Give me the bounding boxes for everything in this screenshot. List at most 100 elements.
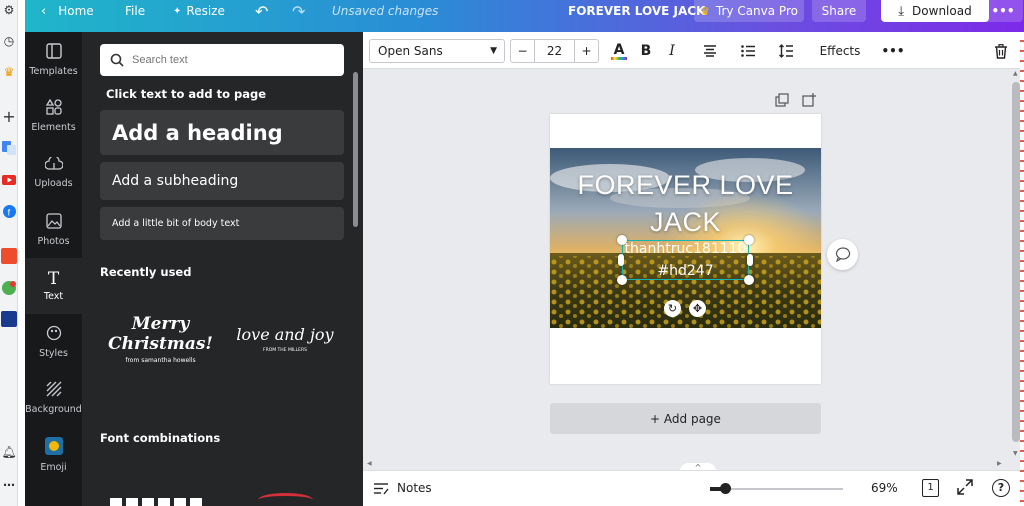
download-button[interactable]: ⤓ Download [881, 0, 989, 22]
preview-strip [258, 493, 313, 506]
duplicate-page-icon[interactable] [775, 92, 789, 107]
share-button[interactable]: Share [812, 0, 866, 22]
chat-extension-icon[interactable] [1, 280, 17, 296]
sample-subtext: from samantha howells [125, 357, 196, 364]
youtube-icon[interactable] [1, 172, 17, 188]
styles-icon [46, 325, 62, 345]
more-icon[interactable]: ⋯ [1, 477, 17, 493]
resize-handle[interactable] [744, 235, 754, 245]
crown-icon[interactable]: ♛ [1, 64, 17, 80]
rail-item-elements[interactable]: Elements [25, 88, 82, 144]
font-size-stepper[interactable]: − 22 + [510, 39, 599, 63]
scrollbar-thumb[interactable] [1012, 82, 1020, 442]
scroll-arrow-up[interactable]: ▲ [1013, 70, 1018, 77]
scroll-arrow-right[interactable]: ▶ [997, 460, 1002, 467]
trash-icon[interactable] [991, 39, 1011, 63]
text-color-button[interactable]: A [609, 39, 629, 63]
selected-caption-text[interactable]: thanhtruc181110 #hd247 [622, 240, 749, 280]
add-subheading-button[interactable]: Add a subheading [100, 162, 344, 200]
bottom-status-bar: Notes 69% 1 ? [363, 470, 1024, 506]
search-input[interactable] [132, 54, 332, 66]
tiki-icon[interactable] [1, 311, 17, 327]
resize-handle[interactable] [617, 275, 627, 285]
rail-label: Templates [29, 66, 78, 77]
add-page-button[interactable]: + Add page [550, 403, 821, 434]
history-icon[interactable]: ◷ [1, 33, 17, 49]
zoom-slider[interactable] [710, 483, 843, 494]
rail-label: Photos [37, 236, 70, 247]
rail-item-templates[interactable]: Templates [25, 32, 82, 88]
notification-bell-icon[interactable]: 🔔︎ [1, 444, 17, 460]
file-menu-button[interactable]: File [125, 0, 145, 22]
canvas-title-text[interactable]: FOREVER LOVE JACK [550, 167, 821, 241]
resize-button[interactable]: ✦ Resize [173, 0, 225, 22]
rail-item-background[interactable]: Background [25, 370, 82, 426]
bullet-list-icon[interactable] [737, 39, 759, 63]
line-spacing-icon[interactable] [775, 39, 797, 63]
text-color-icon: A [613, 41, 625, 58]
top-navigation-bar: ‹ Home File ✦ Resize ↶ ↷ Unsaved changes… [25, 0, 1024, 32]
recently-used-heading: Recently used [100, 265, 192, 279]
search-box[interactable] [100, 44, 344, 76]
preview-strip [110, 498, 205, 506]
scroll-arrow-down[interactable]: ▼ [1013, 450, 1018, 457]
home-button[interactable]: ‹ Home [41, 0, 94, 22]
color-swatch [611, 56, 627, 60]
rail-item-styles[interactable]: Styles [25, 314, 82, 370]
facebook-icon[interactable]: f [1, 203, 17, 219]
increase-size-button[interactable]: + [574, 40, 598, 62]
title-line: JACK [649, 207, 722, 237]
more-options-icon[interactable]: ••• [882, 39, 905, 63]
redo-icon[interactable]: ↷ [292, 0, 305, 22]
resize-handle[interactable] [617, 235, 627, 245]
page-count-button[interactable]: 1 [922, 479, 939, 497]
bold-icon[interactable]: B [637, 39, 655, 63]
add-heading-button[interactable]: Add a heading [100, 110, 344, 155]
rail-item-emoji[interactable]: Emoji [25, 427, 82, 483]
fullscreen-icon[interactable] [957, 479, 973, 495]
add-body-text-button[interactable]: Add a little bit of body text [100, 207, 344, 240]
resize-handle[interactable] [747, 254, 753, 266]
zoom-level[interactable]: 69% [871, 481, 898, 495]
plus-icon[interactable]: + [1, 107, 17, 126]
panel-scrollbar[interactable] [353, 72, 358, 227]
rail-item-text[interactable]: T Text [25, 258, 82, 314]
recent-sample-merry-christmas[interactable]: Merry Christmas! from samantha howells [100, 314, 221, 380]
emoji-icon [44, 437, 63, 459]
uploads-icon [43, 155, 64, 175]
font-combinations-heading: Font combinations [100, 431, 221, 445]
try-canva-pro-button[interactable]: ♛ Try Canva Pro [694, 0, 804, 22]
undo-icon[interactable]: ↶ [255, 0, 268, 22]
resize-handle[interactable] [744, 275, 754, 285]
comment-button[interactable] [827, 239, 858, 270]
rail-item-photos[interactable]: Photos [25, 202, 82, 258]
rail-item-uploads[interactable]: Uploads [25, 145, 82, 201]
rotate-icon[interactable]: ↻ [664, 300, 681, 317]
add-page-icon[interactable] [802, 92, 816, 107]
rail-label: Emoji [40, 462, 67, 473]
decrease-size-button[interactable]: − [511, 40, 535, 62]
font-size-value[interactable]: 22 [535, 40, 574, 62]
italic-icon[interactable]: I [663, 39, 681, 63]
notes-button[interactable]: Notes [373, 481, 432, 495]
zoom-slider-handle[interactable] [720, 483, 731, 494]
document-title[interactable]: FOREVER LOVE JACK [568, 0, 705, 22]
help-icon[interactable]: ? [992, 479, 1010, 497]
gear-icon[interactable]: ⚙ [1, 2, 17, 18]
right-edge-strip [1020, 32, 1024, 506]
scroll-arrow-left[interactable]: ◀ [367, 460, 372, 467]
sample-text: Christmas! [108, 334, 213, 354]
font-family-dropdown[interactable]: Open Sans ▼ [369, 39, 505, 63]
align-center-icon[interactable] [699, 39, 721, 63]
move-icon[interactable]: ✥ [689, 300, 706, 317]
more-options-icon[interactable]: ••• [983, 0, 1023, 22]
resize-handle[interactable] [618, 254, 624, 266]
effects-button[interactable]: Effects [813, 39, 867, 63]
sample-subtext: FROM THE MILLERS [262, 348, 308, 353]
translate-icon[interactable] [1, 140, 17, 156]
rail-label: Styles [39, 348, 68, 359]
font-combination-preview[interactable] [110, 490, 345, 506]
sample-text: love and joy [236, 325, 334, 344]
shopee-icon[interactable] [1, 248, 17, 264]
recent-sample-love-and-joy[interactable]: love and joy FROM THE MILLERS [225, 324, 345, 380]
